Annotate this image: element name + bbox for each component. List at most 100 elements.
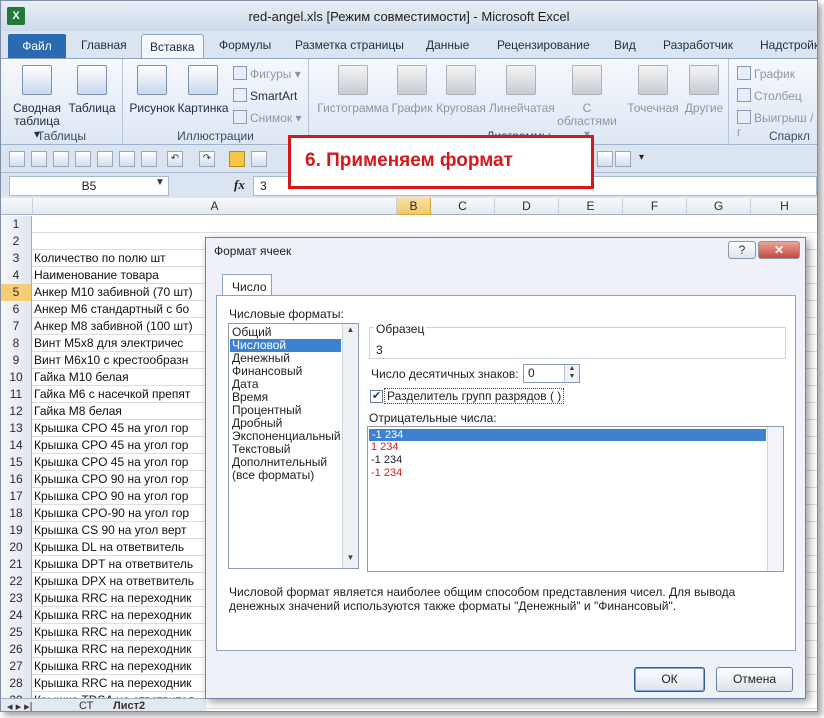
- histogram-button[interactable]: Гистограмма: [317, 65, 389, 115]
- cell-a[interactable]: Крышка DPX на ответвитель: [34, 573, 194, 590]
- negatives-scrollbar[interactable]: [767, 427, 783, 571]
- line-chart-button[interactable]: График: [391, 65, 433, 115]
- cell-a[interactable]: Анкер M10 забивной (70 шт): [34, 284, 193, 301]
- cell-a[interactable]: Количество по полю шт: [34, 250, 166, 267]
- cell-a[interactable]: Анкер M6 стандартный с бо: [34, 301, 189, 318]
- row-header[interactable]: 21: [1, 556, 32, 573]
- row-header[interactable]: 12: [1, 403, 32, 420]
- qat-icon-4[interactable]: [75, 151, 91, 167]
- cell-a[interactable]: Винт M5x8 для электричес: [34, 335, 183, 352]
- sparkline-line-button[interactable]: График: [737, 66, 795, 81]
- cell-a[interactable]: Крышка RRC на переходник: [34, 624, 192, 641]
- lock-icon[interactable]: [229, 151, 245, 167]
- ok-button[interactable]: ОК: [634, 667, 705, 692]
- row-header[interactable]: 4: [1, 267, 32, 284]
- tab-review[interactable]: Рецензирование: [497, 38, 590, 52]
- row-header[interactable]: 7: [1, 318, 32, 335]
- cell-a[interactable]: Крышка CPO-90 на угол гор: [34, 505, 189, 522]
- cell-a[interactable]: Гайка M6 с насечкой препят: [34, 386, 190, 403]
- qat-icon-1[interactable]: [9, 151, 25, 167]
- bar-chart-button[interactable]: Линейчатая: [489, 65, 555, 115]
- table-button[interactable]: Таблица: [67, 65, 117, 115]
- smartart-button[interactable]: SmartArt: [233, 88, 297, 103]
- category-scrollbar[interactable]: ▲ ▼: [342, 324, 358, 568]
- shapes-button[interactable]: Фигуры ▾: [233, 66, 301, 81]
- cell-a[interactable]: Крышка CPO 90 на угол гор: [34, 471, 188, 488]
- negative-option-4[interactable]: -1 234: [371, 467, 402, 479]
- row-header[interactable]: 19: [1, 522, 32, 539]
- cell-a[interactable]: Наименование товара: [34, 267, 159, 284]
- row-header[interactable]: 9: [1, 352, 32, 369]
- scroll-down-icon[interactable]: ▼: [343, 553, 358, 567]
- name-box-dropdown-icon[interactable]: ▼: [155, 177, 165, 188]
- row-header[interactable]: 13: [1, 420, 32, 437]
- col-header-h[interactable]: H: [751, 198, 817, 215]
- new-document-icon[interactable]: [97, 151, 113, 167]
- row-header[interactable]: 23: [1, 590, 32, 607]
- row-header[interactable]: 16: [1, 471, 32, 488]
- cell-a[interactable]: Крышка RRC на переходник: [34, 607, 192, 624]
- tab-formulas[interactable]: Формулы: [219, 38, 271, 52]
- cell-a[interactable]: Крышка DL на ответвитель: [34, 539, 184, 556]
- redo-icon[interactable]: ↷: [199, 151, 215, 167]
- row-header[interactable]: 1: [1, 216, 32, 233]
- row-header[interactable]: 17: [1, 488, 32, 505]
- row-header[interactable]: 25: [1, 624, 32, 641]
- format-category-list[interactable]: Общий Числовой Денежный Финансовый Дата Время…: [228, 323, 359, 569]
- name-box[interactable]: B5: [9, 176, 169, 196]
- negative-option-1[interactable]: -1 234: [369, 429, 766, 441]
- cell-a[interactable]: Гайка M8 белая: [34, 403, 122, 420]
- row-header[interactable]: 20: [1, 539, 32, 556]
- tab-file[interactable]: Файл: [8, 34, 66, 58]
- undo-icon[interactable]: ↶: [167, 151, 183, 167]
- separator-label[interactable]: Разделитель групп разрядов ( ): [384, 388, 565, 404]
- pie-chart-button[interactable]: Круговая: [435, 65, 487, 115]
- row-header[interactable]: 6: [1, 301, 32, 318]
- clipart-button[interactable]: Картинка: [177, 65, 229, 115]
- col-header-a[interactable]: A: [33, 198, 397, 215]
- open-icon[interactable]: [119, 151, 135, 167]
- row-header[interactable]: 22: [1, 573, 32, 590]
- help-button[interactable]: ?: [728, 241, 756, 259]
- cell-a[interactable]: Крышка CS 90 на угол верт: [34, 522, 186, 539]
- other-charts-button[interactable]: Другие: [683, 65, 725, 115]
- qat-more-icon[interactable]: ▾: [639, 152, 644, 163]
- cell-a[interactable]: Крышка CPO 90 на угол гор: [34, 488, 188, 505]
- col-header-d[interactable]: D: [495, 198, 559, 215]
- cell-a[interactable]: Анкер M8 забивной (100 шт): [34, 318, 193, 335]
- screenshot-button[interactable]: Снимок ▾: [233, 110, 302, 125]
- row-header[interactable]: 5: [1, 284, 32, 301]
- row-header[interactable]: 8: [1, 335, 32, 352]
- export-excel-icon[interactable]: [141, 151, 157, 167]
- close-button[interactable]: ✕: [758, 241, 800, 259]
- sheet-tab-st[interactable]: СТ: [79, 700, 93, 711]
- function-icon[interactable]: fx: [234, 177, 245, 193]
- cell-a[interactable]: Крышка CPO 45 на угол гор: [34, 420, 188, 437]
- col-header-b[interactable]: B: [397, 198, 431, 215]
- row-header[interactable]: 14: [1, 437, 32, 454]
- row-header[interactable]: 2: [1, 233, 32, 250]
- format-category-item[interactable]: (все форматы): [232, 469, 314, 482]
- col-header-g[interactable]: G: [687, 198, 751, 215]
- negative-option-3[interactable]: -1 234: [371, 454, 402, 466]
- col-header-c[interactable]: C: [431, 198, 495, 215]
- decimals-spinner[interactable]: 0 ▲ ▼: [523, 364, 580, 383]
- row-header[interactable]: 3: [1, 250, 32, 267]
- col-header-e[interactable]: E: [559, 198, 623, 215]
- cell-a[interactable]: Крышка RRC на переходник: [34, 590, 192, 607]
- row-header[interactable]: 26: [1, 641, 32, 658]
- spinner-arrows-icon[interactable]: ▲ ▼: [564, 365, 579, 382]
- select-all-corner[interactable]: [1, 198, 33, 215]
- sheet-nav-arrows[interactable]: ◂ ▸ ▸|: [7, 700, 33, 711]
- row-header[interactable]: 28: [1, 675, 32, 692]
- cell-a[interactable]: Гайка M10 белая: [34, 369, 129, 386]
- col-header-f[interactable]: F: [623, 198, 687, 215]
- cell-a[interactable]: Крышка RRC на переходник: [34, 658, 192, 675]
- row-header[interactable]: 10: [1, 369, 32, 386]
- separator-checkbox[interactable]: ✔: [370, 390, 383, 403]
- decimals-value[interactable]: 0: [528, 366, 535, 380]
- row-header[interactable]: 18: [1, 505, 32, 522]
- tab-view[interactable]: Вид: [614, 38, 636, 52]
- row-header[interactable]: 24: [1, 607, 32, 624]
- cell-a[interactable]: Крышка RRC на переходник: [34, 641, 192, 658]
